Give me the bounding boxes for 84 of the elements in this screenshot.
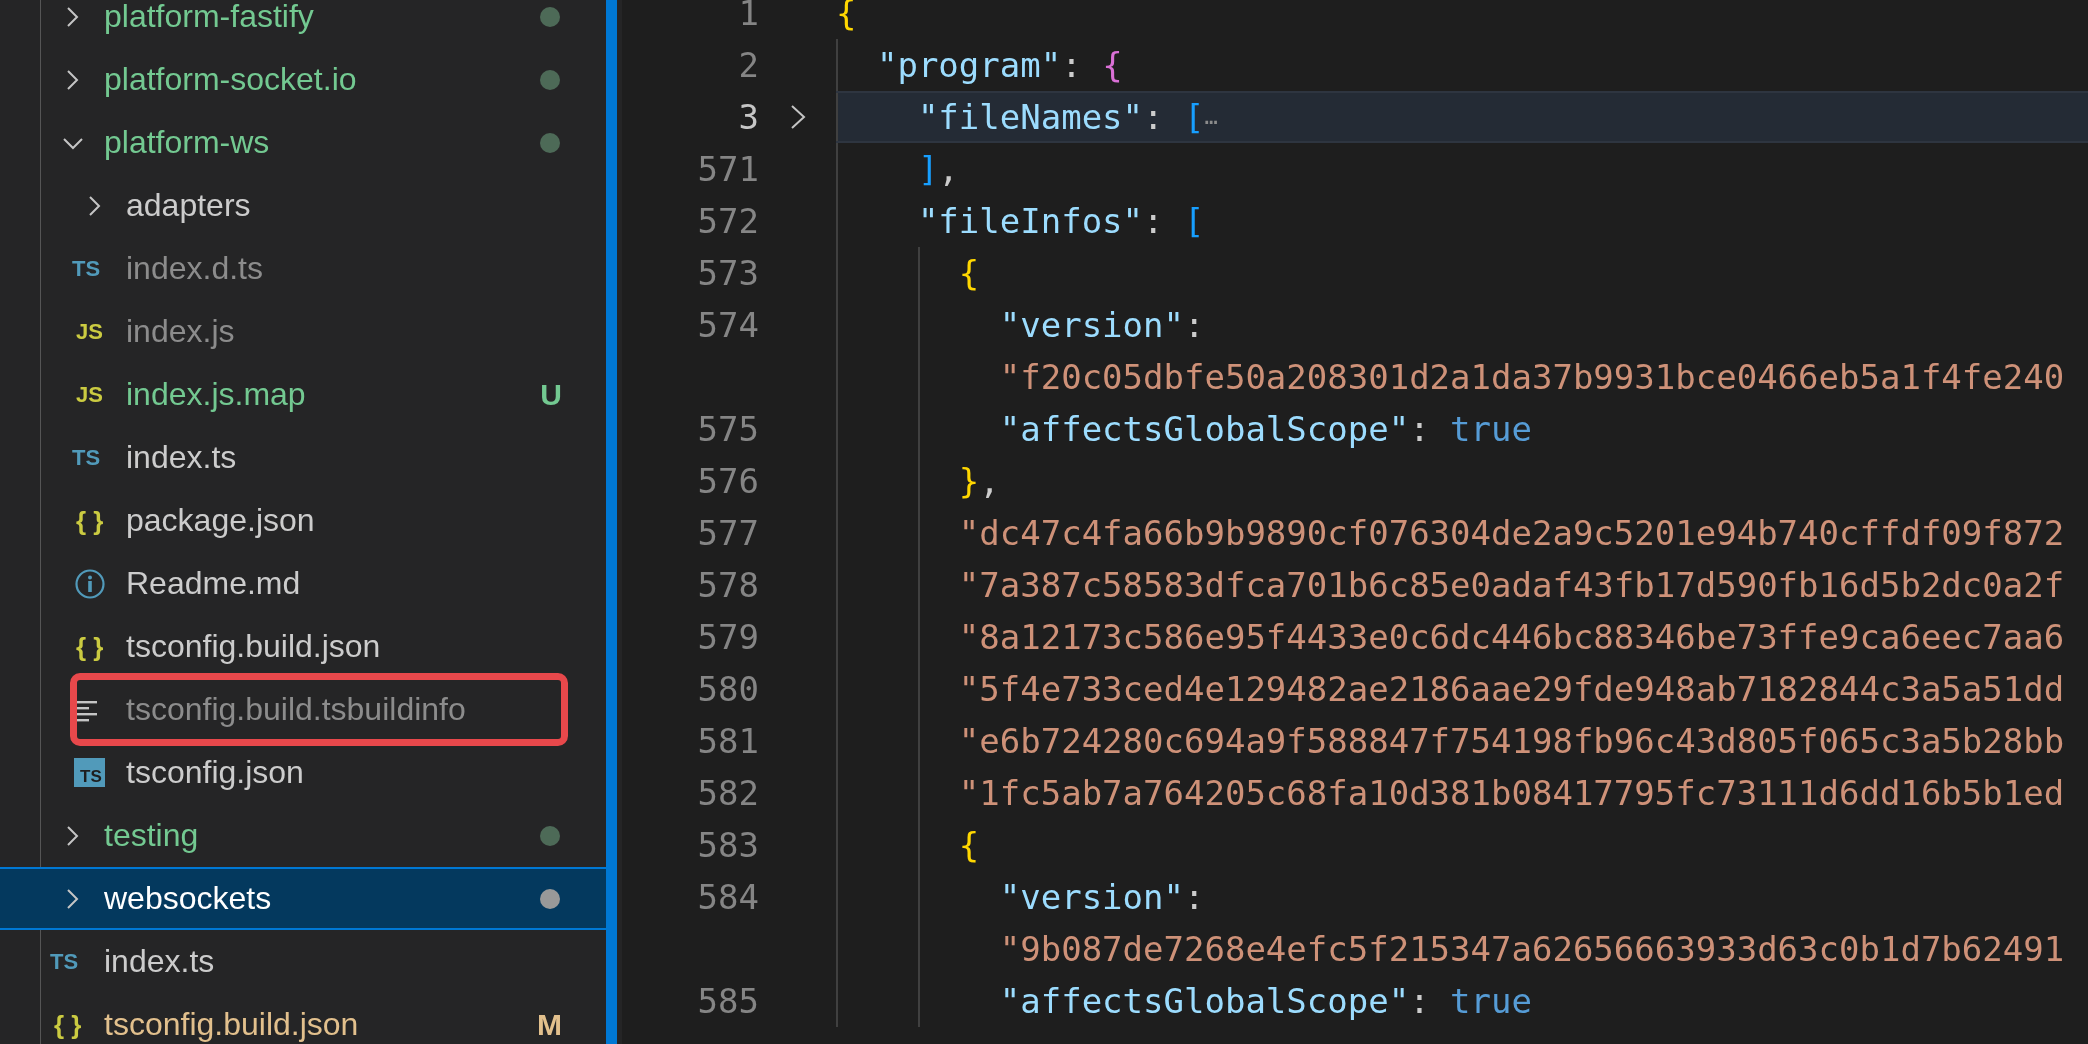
json-file-icon: { } (76, 507, 104, 534)
code-line: "version": (999, 304, 1205, 347)
git-status-letter: U (540, 377, 562, 412)
code-line: "dc47c4fa66b9b9890cf076304de2a9c5201e94b740cffdf09f872 (958, 512, 2065, 555)
file-name: index.ts (104, 943, 215, 980)
code-line: "9b087de7268e4efc5f215347a62656663933d63c0b1d7b62491 (999, 928, 2065, 971)
code-line: "f20c05dbfe50a208301d2a1da37b9931bce0466eb5a1f4fe240 (999, 356, 2065, 399)
file-name: index.d.ts (126, 250, 263, 287)
code-line: "fileNames": [⋯ (917, 96, 1218, 139)
tree-item[interactable]: platform-fastify (0, 0, 606, 48)
folder-name: websockets (104, 880, 272, 917)
file-name: tsconfig.build.json (126, 628, 381, 665)
line-number: 583 (696, 824, 759, 867)
line-number: 3 (737, 96, 759, 139)
info-icon (74, 567, 106, 600)
code-line: "7a387c58583dfca701b6c85e0adaf43fb17d590fb16d5b2dc0a2f (958, 564, 2065, 607)
line-number: 579 (696, 616, 759, 659)
ts-file-icon: TS (72, 257, 101, 280)
line-number: 582 (696, 772, 759, 815)
tree-item[interactable]: { } package.json (0, 489, 606, 552)
tree-item[interactable]: TS index.d.ts (0, 237, 606, 300)
tree-item[interactable]: platform-ws (0, 111, 606, 174)
line-number: 572 (696, 200, 759, 243)
code-line: "affectsGlobalScope": true (999, 980, 1532, 1023)
file-name: index.ts (126, 439, 237, 476)
code-line: ], (917, 148, 959, 191)
file-name: index.js (126, 313, 235, 350)
code-line: "1fc5ab7a764205c68fa10d381b08417795fc73111d6dd16b5b1ed (958, 772, 2065, 815)
tree-item[interactable]: websockets (0, 867, 606, 930)
line-number: 573 (696, 252, 759, 295)
file-name: Readme.md (126, 565, 301, 602)
file-name: tsconfig.build.tsbuildinfo (126, 691, 466, 728)
json-file-icon: { } (76, 633, 104, 660)
code-line: "affectsGlobalScope": true (999, 408, 1532, 451)
panel-resize-handle[interactable] (606, 0, 617, 1044)
code-line: "5f4e733ced4e129482ae2186aae29fde948ab7182844c3a5a51dd (958, 668, 2065, 711)
tree-item[interactable]: { } tsconfig.build.json M (0, 993, 606, 1044)
code-line: "fileInfos": [ (917, 200, 1205, 243)
js-file-icon: JS (76, 320, 103, 343)
code-line: }, (958, 460, 1000, 503)
folder-name: platform-ws (104, 124, 270, 161)
tree-item[interactable]: { } tsconfig.build.json (0, 615, 606, 678)
file-name: tsconfig.build.json (104, 1006, 359, 1043)
js-file-icon: JS (76, 383, 103, 406)
line-number: 580 (696, 668, 759, 711)
file-name: package.json (126, 502, 315, 539)
code-line: "8a12173c586e95f4433e0c6dc446bc88346be73ffe9ca6eec7aa6 (958, 616, 2065, 659)
code-line: { (958, 252, 980, 295)
line-number: 585 (696, 980, 759, 1023)
line-number: 1 (737, 0, 759, 35)
tree-item[interactable]: tsconfig.build.tsbuildinfo (0, 678, 606, 741)
line-number: 574 (696, 304, 759, 347)
line-number: 581 (696, 720, 759, 763)
json-file-icon: { } (54, 1011, 82, 1038)
folder-name: adapters (126, 187, 251, 224)
tree-item[interactable]: JS index.js (0, 300, 606, 363)
ts-file-icon: TS (72, 446, 101, 469)
code-line: "version": (999, 876, 1205, 919)
line-number: 2 (737, 44, 759, 87)
tree-item[interactable]: Readme.md (0, 552, 606, 615)
code-line: "program": { (876, 44, 1123, 87)
line-number: 578 (696, 564, 759, 607)
tree-item[interactable]: platform-socket.io (0, 48, 606, 111)
line-number: 577 (696, 512, 759, 555)
tree-item[interactable]: testing (0, 804, 606, 867)
tree-item[interactable]: JS index.js.map U (0, 363, 606, 426)
ts-file-icon: TS (50, 950, 79, 973)
git-status-letter: M (537, 1007, 562, 1042)
file-name: index.js.map (126, 376, 306, 413)
line-number: 576 (696, 460, 759, 503)
file-name: tsconfig.json (126, 754, 304, 791)
folder-name: testing (104, 817, 199, 854)
code-line: { (958, 824, 980, 867)
tree-item[interactable]: TS tsconfig.json (0, 741, 606, 804)
code-line: "e6b724280c694a9f588847f754198fb96c43d805f065c3a5b28bb (958, 720, 2065, 763)
folder-name: platform-socket.io (104, 61, 357, 98)
line-number: 575 (696, 408, 759, 451)
line-number: 571 (696, 148, 759, 191)
ts-file-icon: TS (74, 758, 105, 787)
folder-name: platform-fastify (104, 0, 314, 35)
tree-item[interactable]: adapters (0, 174, 606, 237)
tree-item[interactable]: TS index.ts (0, 930, 606, 993)
line-number: 584 (696, 876, 759, 919)
tree-item[interactable]: TS index.ts (0, 426, 606, 489)
